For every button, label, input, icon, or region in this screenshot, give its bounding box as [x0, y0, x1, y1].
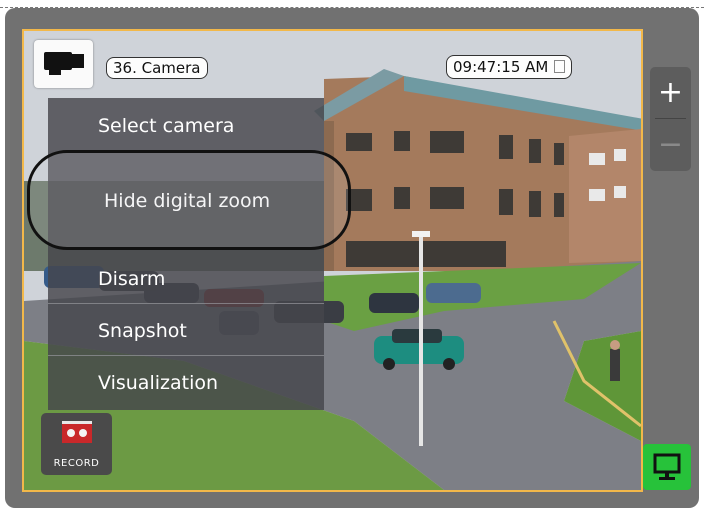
context-menu: Select camera Hide digital zoom Disarm S… [48, 98, 324, 410]
zoom-controls: + − [650, 67, 691, 171]
zoom-in-button[interactable]: + [650, 67, 691, 119]
menu-item-select-camera[interactable]: Select camera [48, 115, 324, 137]
monitor-icon [653, 453, 681, 480]
time-display[interactable]: 09:47:15 AM [446, 55, 573, 79]
menu-item-disarm[interactable]: Disarm [48, 268, 324, 290]
menu-item-visualization[interactable]: Visualization [48, 355, 324, 410]
menu-item-snapshot[interactable]: Snapshot [48, 303, 324, 355]
monitor-button[interactable] [643, 444, 691, 490]
record-icon [62, 421, 92, 443]
zoom-in-icon: + [657, 75, 684, 110]
document-icon [554, 60, 566, 73]
time-text: 09:47:15 AM [453, 58, 549, 76]
camera-name-label: 36. Camera [106, 57, 208, 79]
record-label: RECORD [53, 458, 100, 469]
zoom-out-button[interactable]: − [650, 119, 691, 171]
highlight-annotation [27, 150, 351, 250]
camera-icon [44, 52, 84, 75]
record-button[interactable]: RECORD [41, 413, 112, 475]
zoom-out-icon: − [657, 127, 684, 162]
camera-icon-button[interactable] [34, 40, 93, 88]
